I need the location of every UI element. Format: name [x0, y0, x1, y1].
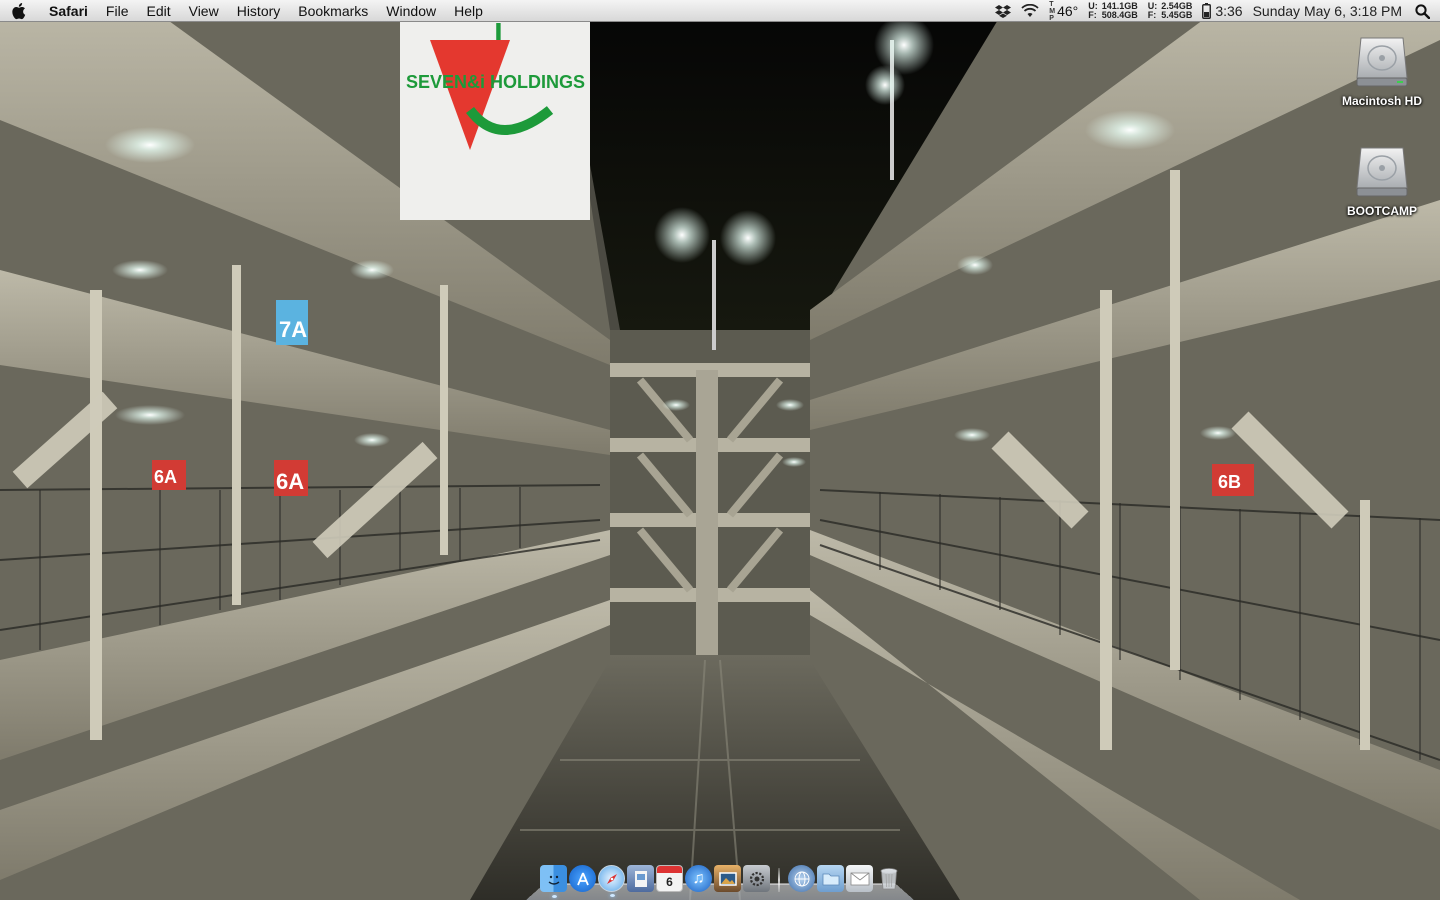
trash-icon[interactable] — [875, 865, 902, 892]
menu-clock[interactable]: Sunday May 6, 3:18 PM — [1248, 0, 1407, 22]
battery-time: 3:36 — [1215, 3, 1243, 19]
svg-text:6A: 6A — [154, 467, 177, 487]
battery-icon — [1202, 3, 1212, 19]
spotlight-icon[interactable] — [1407, 0, 1440, 22]
svg-text:6A: 6A — [276, 469, 304, 494]
folder-icon[interactable] — [817, 865, 844, 892]
mail-icon[interactable] — [846, 865, 873, 892]
wifi-icon[interactable] — [1016, 0, 1044, 22]
dropbox-icon[interactable] — [990, 0, 1016, 22]
preview-icon[interactable] — [627, 865, 654, 892]
desktop-wallpaper: SEVEN&i HOLDINGS i 7A 6A 6A 6B — [0, 0, 1440, 900]
menu-file[interactable]: File — [97, 0, 138, 22]
hard-drive-icon — [1356, 37, 1408, 87]
safari-icon[interactable] — [598, 865, 625, 897]
desktop-icon-label: BOOTCAMP — [1347, 204, 1417, 218]
network-globe-icon[interactable] — [788, 865, 815, 892]
battery-status[interactable]: 3:36 — [1197, 0, 1247, 22]
itunes-icon[interactable]: ♫ — [685, 865, 712, 892]
desktop-icon-bootcamp[interactable]: BOOTCAMP — [1327, 140, 1437, 218]
dock-icons: 6 ♫ — [540, 860, 902, 898]
dock: 6 ♫ — [526, 858, 914, 900]
disk1-free-label: F: — [1088, 10, 1097, 20]
hard-drive-icon — [1356, 147, 1408, 197]
calendar-date: 6 — [666, 875, 673, 889]
temperature-value: 46° — [1057, 3, 1079, 19]
menu-app-safari[interactable]: Safari — [40, 0, 97, 22]
apple-icon[interactable] — [0, 0, 40, 22]
running-indicator — [609, 894, 615, 897]
finder-icon[interactable] — [540, 865, 567, 898]
svg-text:SEVEN&i HOLDINGS: SEVEN&i HOLDINGS — [406, 72, 585, 92]
menu-edit[interactable]: Edit — [137, 0, 179, 22]
menu-view[interactable]: View — [180, 0, 228, 22]
desktop-icon-macintosh-hd[interactable]: Macintosh HD — [1327, 30, 1437, 108]
parking-garage-photo: SEVEN&i HOLDINGS i 7A 6A 6A 6B — [0, 0, 1440, 900]
disk2-free-value: 5.45GB — [1161, 10, 1193, 20]
menu-extras: T M P 46° U: 141.1GB F: 508.4GB U: 2.54G… — [990, 0, 1440, 22]
calendar-icon[interactable]: 6 — [656, 865, 683, 892]
dock-separator — [778, 868, 780, 892]
clock-text: Sunday May 6, 3:18 PM — [1252, 3, 1402, 19]
iphoto-icon[interactable] — [714, 865, 741, 892]
svg-text:7A: 7A — [279, 317, 307, 342]
menu-help[interactable]: Help — [445, 0, 492, 22]
menu-bar: Safari File Edit View History Bookmarks … — [0, 0, 1440, 22]
running-indicator — [551, 895, 557, 898]
menu-window[interactable]: Window — [377, 0, 445, 22]
menu-bookmarks[interactable]: Bookmarks — [289, 0, 377, 22]
app-store-icon[interactable] — [569, 865, 596, 892]
svg-text:6B: 6B — [1218, 472, 1241, 492]
disk1-free-value: 508.4GB — [1101, 10, 1138, 20]
temperature-monitor[interactable]: T M P 46° — [1044, 0, 1083, 22]
menu-history[interactable]: History — [228, 0, 290, 22]
desktop-icon-label: Macintosh HD — [1341, 94, 1422, 108]
disk-usage-1[interactable]: U: 141.1GB F: 508.4GB — [1083, 0, 1143, 22]
disk2-free-label: F: — [1147, 10, 1157, 20]
disk-usage-2[interactable]: U: 2.54GB F: 5.45GB — [1143, 0, 1198, 22]
system-preferences-icon[interactable] — [743, 865, 770, 892]
